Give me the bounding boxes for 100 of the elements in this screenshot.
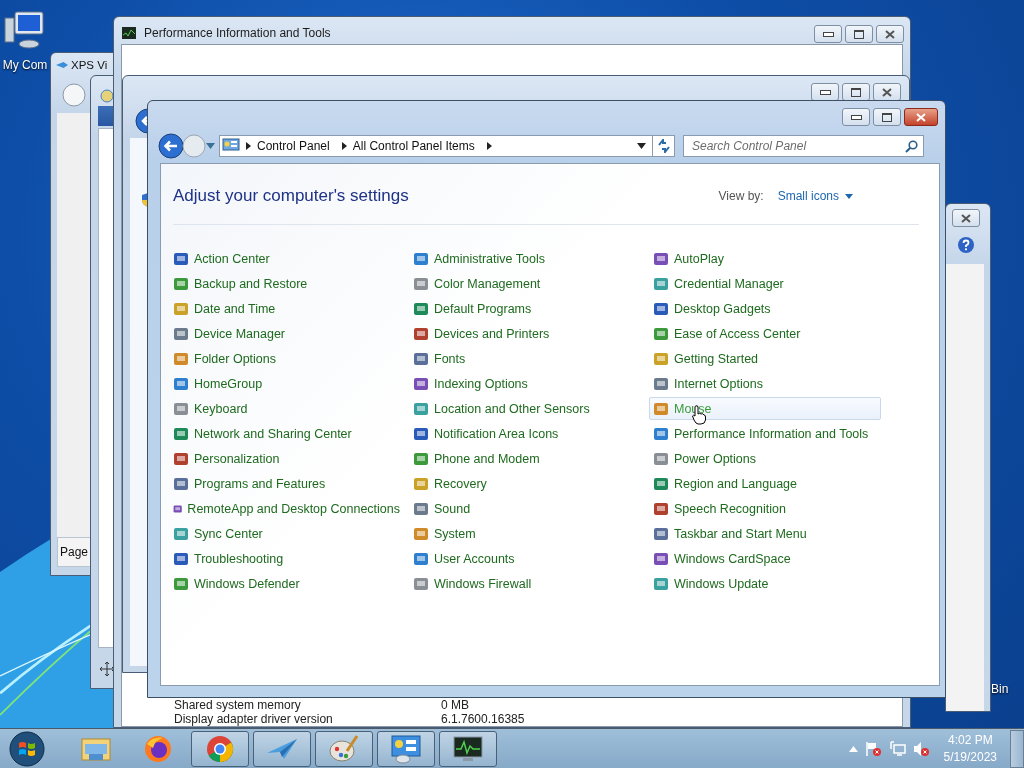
applet-link[interactable]: Internet Options: [649, 372, 881, 395]
applet-link[interactable]: Taskbar and Start Menu: [649, 522, 881, 545]
move-icon[interactable]: [100, 662, 114, 676]
applet-link[interactable]: Getting Started: [649, 347, 881, 370]
chevron-icon[interactable]: [486, 142, 492, 150]
info-value: 6.1.7600.16385: [441, 712, 525, 726]
maximize-button[interactable]: [845, 25, 873, 43]
applet-icon: [413, 275, 429, 292]
close-icon[interactable]: [885, 29, 895, 39]
close-icon[interactable]: [882, 87, 892, 97]
applet-link[interactable]: Sync Center: [169, 522, 401, 545]
applet-link[interactable]: Date and Time: [169, 297, 401, 320]
minimize-button[interactable]: [811, 83, 839, 101]
applet-link[interactable]: Color Management: [409, 272, 641, 295]
search-icon[interactable]: [905, 140, 918, 153]
applet-link[interactable]: Indexing Options: [409, 372, 641, 395]
applet-link[interactable]: Network and Sharing Center: [169, 422, 401, 445]
flag-icon[interactable]: [864, 741, 883, 757]
round-browser-icon[interactable]: [205, 734, 235, 764]
taskbar-button[interactable]: [191, 731, 249, 767]
applet-link[interactable]: Recovery: [409, 472, 641, 495]
applet-link[interactable]: Credential Manager: [649, 272, 881, 295]
applet-link[interactable]: Power Options: [649, 447, 881, 470]
applet-icon: [413, 375, 429, 392]
applet-link[interactable]: Fonts: [409, 347, 641, 370]
start-button[interactable]: [9, 731, 45, 767]
search-field[interactable]: Search Control Panel: [683, 135, 924, 157]
applet-link[interactable]: Windows CardSpace: [649, 547, 881, 570]
applet-link[interactable]: Devices and Printers: [409, 322, 641, 345]
back-button[interactable]: [158, 133, 184, 159]
paper-plane-icon[interactable]: [266, 737, 298, 761]
applet-link[interactable]: Windows Update: [649, 572, 881, 595]
breadcrumb-item[interactable]: All Control Panel Items: [352, 139, 475, 153]
applet-link[interactable]: Sound: [409, 497, 641, 520]
desktop-icon-label[interactable]: My Com: [2, 58, 48, 72]
applet-link[interactable]: Location and Other Sensors: [409, 397, 641, 420]
maximize-button[interactable]: [873, 108, 901, 126]
applet-link[interactable]: Windows Firewall: [409, 572, 641, 595]
caret-icon[interactable]: [637, 143, 646, 149]
applet-icon: [413, 300, 429, 317]
applet-icon: [413, 450, 429, 467]
applet-link[interactable]: Backup and Restore: [169, 272, 401, 295]
address-bar[interactable]: Control Panel All Control Panel Items: [219, 135, 653, 157]
applet-link[interactable]: Default Programs: [409, 297, 641, 320]
info-value: 0 MB: [441, 698, 469, 712]
close-button[interactable]: [952, 209, 980, 227]
chevron-icon[interactable]: [341, 142, 347, 150]
close-button[interactable]: [873, 83, 901, 101]
applet-link[interactable]: Speech Recognition: [649, 497, 881, 520]
applet-icon: [173, 450, 189, 467]
applet-link[interactable]: Troubleshooting: [169, 547, 401, 570]
applet-link[interactable]: Phone and Modem: [409, 447, 641, 470]
view-dropdown[interactable]: Small icons: [777, 189, 853, 203]
applet-icon: [653, 350, 669, 367]
taskbar-button[interactable]: [315, 731, 373, 767]
applet-link[interactable]: Region and Language: [649, 472, 881, 495]
page-heading: Adjust your computer's settings: [173, 185, 410, 207]
page-button[interactable]: Page: [57, 537, 91, 567]
applet-link[interactable]: Desktop Gadgets: [649, 297, 881, 320]
applet-icon: [413, 475, 429, 492]
close-icon[interactable]: [961, 213, 971, 223]
applet-link[interactable]: Notification Area Icons: [409, 422, 641, 445]
applet-link[interactable]: Programs and Features: [169, 472, 401, 495]
maximize-button[interactable]: [842, 83, 870, 101]
applet-link[interactable]: Ease of Access Center: [649, 322, 881, 345]
monitor-icon[interactable]: [453, 736, 483, 762]
close-button[interactable]: [904, 108, 938, 126]
applet-link[interactable]: Administrative Tools: [409, 247, 641, 270]
control-panel-icon[interactable]: [390, 734, 422, 764]
applet-link[interactable]: HomeGroup: [169, 372, 401, 395]
applet-icon: [173, 325, 189, 342]
applet-link[interactable]: Keyboard: [169, 397, 401, 420]
applet-link[interactable]: Device Manager: [169, 322, 401, 345]
taskbar-button[interactable]: [439, 731, 497, 767]
minimize-button[interactable]: [842, 108, 870, 126]
applet-link[interactable]: Performance Information and Tools: [649, 422, 881, 445]
desktop-icon-label[interactable]: Bin: [991, 682, 1009, 696]
taskbar-button[interactable]: [253, 731, 311, 767]
applet-link[interactable]: Personalization: [169, 447, 401, 470]
minimize-button[interactable]: [814, 25, 842, 43]
help-icon[interactable]: [957, 236, 975, 254]
show-desktop-button[interactable]: [1010, 730, 1024, 768]
breadcrumb-item[interactable]: Control Panel: [257, 139, 330, 153]
applet-link[interactable]: User Accounts: [409, 547, 641, 570]
applet-link[interactable]: Folder Options: [169, 347, 401, 370]
computer-icon[interactable]: [3, 10, 47, 50]
applet-link[interactable]: System: [409, 522, 641, 545]
applet-icon: [413, 325, 429, 342]
palette-icon[interactable]: [329, 735, 359, 763]
applet-link[interactable]: AutoPlay: [649, 247, 881, 270]
applet-icon: [653, 550, 669, 567]
applet-link[interactable]: RemoteApp and Desktop Connections: [169, 497, 401, 520]
speaker-icon[interactable]: [912, 741, 931, 757]
chevron-icon[interactable]: [246, 142, 251, 150]
applet-link[interactable]: Windows Defender: [169, 572, 401, 595]
fox-browser-icon[interactable]: [143, 734, 173, 764]
close-button[interactable]: [876, 25, 904, 43]
taskbar-button[interactable]: [377, 731, 435, 767]
applet-link[interactable]: Action Center: [169, 247, 401, 270]
view-by-label: View by:: [718, 189, 764, 203]
